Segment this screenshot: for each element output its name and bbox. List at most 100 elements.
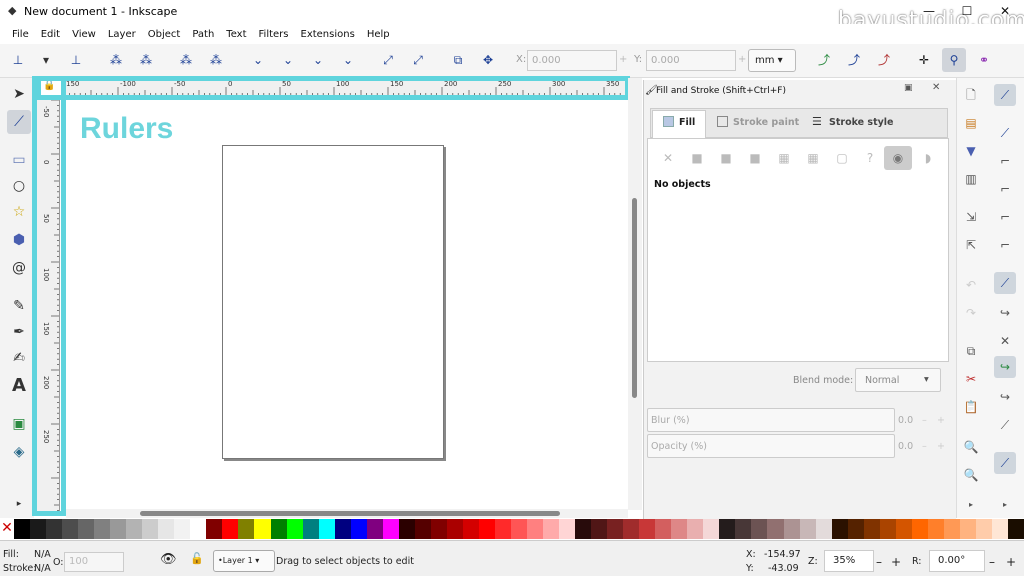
opacity-decrement[interactable]: –: [922, 441, 927, 452]
palette-swatch[interactable]: [607, 519, 624, 539]
zoom-selection-icon[interactable]: 🔍: [960, 436, 982, 458]
rotation-field[interactable]: 0.00°: [929, 550, 985, 572]
palette-swatch[interactable]: [446, 519, 463, 539]
spray-tool-icon[interactable]: ▣: [9, 414, 29, 434]
insert-node-icon[interactable]: ⊥: [10, 52, 26, 68]
tweak-tool-icon[interactable]: ◈: [9, 442, 29, 462]
palette-swatch[interactable]: [350, 519, 367, 539]
palette-swatch[interactable]: [911, 519, 928, 539]
rectangle-tool-icon[interactable]: ▭: [9, 150, 29, 170]
palette-swatch[interactable]: [991, 519, 1008, 539]
redo-icon[interactable]: ↷: [960, 302, 982, 324]
join-segment-icon[interactable]: ⁂: [178, 52, 194, 68]
palette-swatch[interactable]: [222, 519, 239, 539]
swatch-icon[interactable]: ▢: [835, 151, 849, 165]
maximize-button[interactable]: ☐: [952, 2, 982, 20]
transform-handles-icon[interactable]: ✛: [916, 52, 932, 68]
more-snap-arrow-icon[interactable]: ▸: [994, 494, 1016, 516]
join-nodes-icon[interactable]: ⁂: [108, 52, 124, 68]
palette-swatch[interactable]: [767, 519, 784, 539]
pen-tool-icon[interactable]: ✒: [9, 322, 29, 342]
node-tool-icon[interactable]: ⟋: [7, 110, 31, 134]
palette-swatch[interactable]: [142, 519, 159, 539]
document-page[interactable]: [222, 145, 444, 459]
snap-paths-icon[interactable]: ↪: [994, 302, 1016, 324]
ellipse-tool-icon[interactable]: ○: [9, 176, 29, 196]
palette-swatch[interactable]: [543, 519, 560, 539]
layer-lock-icon[interactable]: 🔓: [190, 552, 204, 565]
minimize-button[interactable]: —: [914, 2, 944, 20]
radial-gradient-icon[interactable]: ■: [748, 151, 762, 165]
menu-layer[interactable]: Layer: [102, 29, 142, 40]
snap-nodes-icon[interactable]: ⟋: [994, 272, 1016, 294]
layer-dropdown[interactable]: •Layer 1 ▾: [213, 550, 275, 572]
palette-swatch[interactable]: [783, 519, 800, 539]
palette-swatch[interactable]: [975, 519, 992, 539]
snap-bbox-corners-icon[interactable]: ⌐: [994, 178, 1016, 200]
palette-swatch[interactable]: [623, 519, 640, 539]
more-commands-arrow-icon[interactable]: ▸: [960, 494, 982, 516]
zoom-field[interactable]: 35%: [824, 550, 874, 572]
zoom-drawing-icon[interactable]: 🔍: [960, 464, 982, 486]
palette-swatch[interactable]: [206, 519, 223, 539]
fill-value[interactable]: N/A: [34, 549, 51, 560]
palette-swatch[interactable]: [14, 519, 31, 539]
snap-bbox-edges-icon[interactable]: ⌐: [994, 150, 1016, 172]
opacity-increment[interactable]: +: [937, 441, 945, 452]
palette-swatch[interactable]: [831, 519, 848, 539]
palette-swatch[interactable]: [575, 519, 592, 539]
object-to-path-icon[interactable]: ⧉: [450, 52, 466, 68]
palette-swatch[interactable]: [719, 519, 736, 539]
selector-tool-icon[interactable]: ➤: [9, 84, 29, 104]
palette-swatch[interactable]: [126, 519, 143, 539]
snap-others-icon[interactable]: ⟋: [994, 452, 1016, 474]
x-decrement[interactable]: +: [619, 54, 627, 65]
calligraphy-tool-icon[interactable]: ✍: [9, 348, 29, 368]
undo-icon[interactable]: ↶: [960, 274, 982, 296]
snap-midpoints-icon[interactable]: ⟋: [994, 414, 1016, 436]
show-transform-handles-icon[interactable]: ⤴: [816, 52, 832, 68]
duplicate-icon[interactable]: ⧉: [960, 340, 982, 362]
menu-filters[interactable]: Filters: [253, 29, 295, 40]
palette-swatch[interactable]: [382, 519, 399, 539]
palette-swatch[interactable]: [30, 519, 47, 539]
menu-help[interactable]: Help: [361, 29, 396, 40]
no-paint-icon[interactable]: ✕: [661, 151, 675, 165]
stroke-value[interactable]: N/A: [34, 563, 51, 574]
tab-stroke-style[interactable]: Stroke style: [829, 117, 894, 128]
palette-swatch[interactable]: [158, 519, 175, 539]
palette-swatch[interactable]: [494, 519, 511, 539]
show-clip-path-icon[interactable]: ⤴: [846, 52, 862, 68]
export-icon[interactable]: ⇱: [960, 234, 982, 256]
palette-swatch[interactable]: [94, 519, 111, 539]
vertical-scroll-thumb[interactable]: [632, 198, 637, 398]
palette-swatch[interactable]: [943, 519, 960, 539]
palette-swatch[interactable]: [190, 519, 207, 539]
palette-swatch[interactable]: [687, 519, 704, 539]
menu-path[interactable]: Path: [186, 29, 220, 40]
y-coordinate-field[interactable]: 0.000: [646, 50, 736, 71]
palette-swatch[interactable]: [62, 519, 79, 539]
show-mask-icon[interactable]: ⤴: [876, 52, 892, 68]
open-file-icon[interactable]: ▤: [960, 112, 982, 134]
print-icon[interactable]: ▥: [960, 168, 982, 190]
menu-edit[interactable]: Edit: [35, 29, 66, 40]
palette-swatch[interactable]: [110, 519, 127, 539]
blur-decrement[interactable]: –: [922, 415, 927, 426]
snap-bbox-midpoints-icon[interactable]: ⌐: [994, 206, 1016, 228]
palette-swatch[interactable]: [815, 519, 832, 539]
x-coordinate-field[interactable]: 0.000: [527, 50, 617, 71]
palette-swatch[interactable]: [559, 519, 576, 539]
blur-value[interactable]: 0.0: [898, 415, 913, 426]
delete-node-icon[interactable]: ⊥: [68, 52, 84, 68]
star-tool-icon[interactable]: ☆: [9, 202, 29, 222]
snap-intersections-icon[interactable]: ✕: [994, 330, 1016, 352]
blur-increment[interactable]: +: [937, 415, 945, 426]
horizontal-scroll-thumb[interactable]: [140, 511, 560, 516]
opacity-value[interactable]: 0.0: [898, 441, 913, 452]
new-document-icon[interactable]: 🗋: [960, 84, 982, 106]
stroke-to-path-icon[interactable]: ✥: [480, 52, 496, 68]
palette-swatch[interactable]: [46, 519, 63, 539]
linear-gradient-icon[interactable]: ■: [719, 151, 733, 165]
snap-bbox-icon[interactable]: ⟋: [994, 122, 1016, 144]
